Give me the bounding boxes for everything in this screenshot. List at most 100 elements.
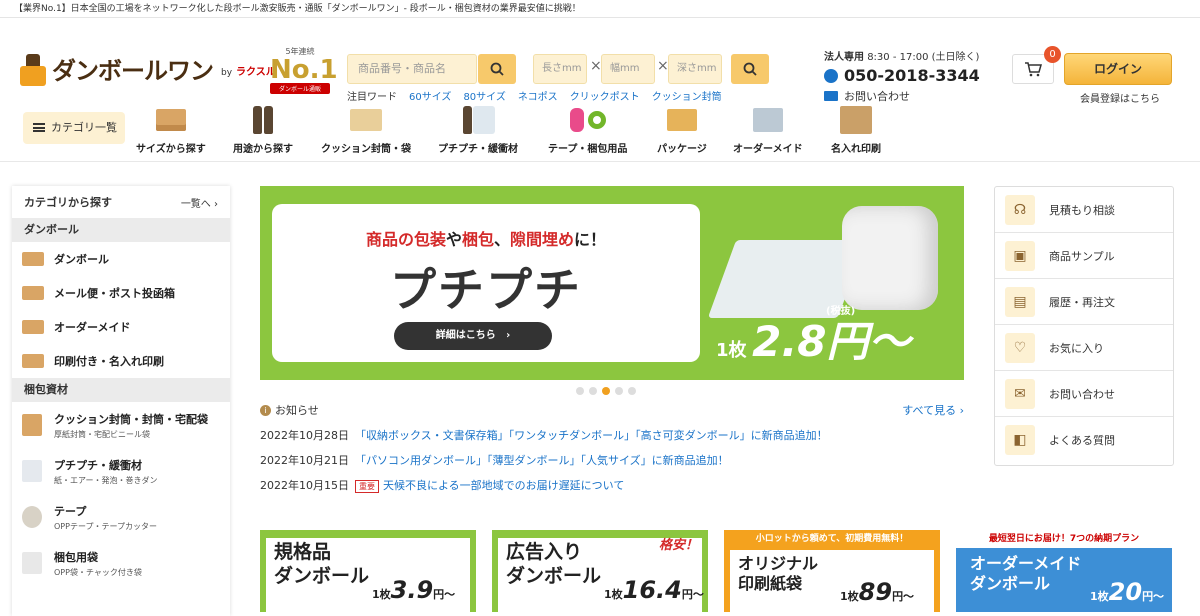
quick-link-label: 見積もり相談 — [1049, 203, 1115, 217]
sidebar-item-sub: OPP袋・チャック付き袋 — [54, 567, 142, 577]
nav-item-printing[interactable]: 名入れ印刷 — [831, 104, 881, 155]
archive-icon: ▤ — [1005, 286, 1035, 317]
times-sign: × — [590, 58, 602, 74]
carousel-dot[interactable] — [628, 387, 636, 395]
cart-icon — [1025, 62, 1042, 77]
quick-link-estimate[interactable]: ☊ 見積もり相談 — [995, 187, 1173, 233]
news-more-link[interactable]: すべて見る › — [902, 402, 964, 418]
nav-item-custom[interactable]: オーダーメイド — [733, 104, 803, 155]
nav-item-label: パッケージ — [657, 144, 707, 155]
carousel-dot[interactable] — [615, 387, 623, 395]
promo-strip: 最短翌日にお届け！7つの納期プラン — [956, 530, 1172, 548]
quick-link-faq[interactable]: ◧ よくある質問 — [995, 417, 1173, 463]
sidebar-item-sub: 紙・エアー・発泡・巻きダン — [54, 475, 158, 485]
tape-icon — [568, 104, 608, 136]
sidebar-all-link[interactable]: 一覧へ › — [181, 195, 218, 210]
carousel-dot[interactable] — [602, 387, 610, 395]
info-icon: i — [260, 404, 271, 416]
sidebar-item[interactable]: オーダーメイド — [12, 310, 230, 344]
news-link[interactable]: 「収納ボックス・文書保存箱」「ワンタッチダンボール」「高さ可変ダンボール」に新商… — [355, 429, 828, 442]
quick-link-label: お気に入り — [1049, 341, 1104, 355]
sidebar-item[interactable]: メール便・ポスト投函箱 — [12, 276, 230, 310]
site-logo[interactable]: ダンボールワン by ラクスル — [18, 54, 276, 86]
promo-banner-paper-bag[interactable]: 小ロットから頼めて、初期費用無料！ オリジナル 印刷紙袋 1枚89円〜 — [724, 530, 940, 612]
sidebar-section-packing: 梱包資材 — [12, 378, 230, 402]
news-link[interactable]: 「パソコン用ダンボール」「薄型ダンボール」「人気サイズ」に新商品追加！ — [355, 454, 729, 467]
custom-box-icon — [22, 320, 44, 334]
size-search-button[interactable] — [731, 54, 769, 84]
promo-title: オーダーメイド ダンボール — [970, 554, 1082, 593]
product-search-input[interactable]: 商品番号・商品名 — [347, 54, 477, 84]
sidebar-item[interactable]: ダンボール — [12, 242, 230, 276]
hero-details-button[interactable]: 詳細はこちら › — [394, 322, 552, 350]
promo-price-value: 89 — [858, 578, 893, 606]
phone-number[interactable]: 050-2018-3344 — [824, 66, 1004, 85]
depth-input[interactable]: 深さmm — [668, 54, 722, 84]
sidebar-item-label: ダンボール — [54, 253, 109, 266]
category-list-button[interactable]: カテゴリ一覧 — [23, 112, 125, 144]
quick-link-history[interactable]: ▤ 履歴・再注文 — [995, 279, 1173, 325]
news-date: 2022年10月21日 — [260, 454, 349, 467]
sidebar-item[interactable]: クッション封筒・封筒・宅配袋 厚紙封筒・宅配ビニール袋 — [12, 402, 230, 448]
nav-item-cushion[interactable]: クッション封筒・袋 — [321, 104, 411, 155]
package-icon — [662, 104, 702, 136]
sidebar-item[interactable]: プチプチ・緩衝材 紙・エアー・発泡・巻きダン — [12, 448, 230, 494]
book-icon: ◧ — [1005, 425, 1035, 455]
mail-box-icon — [22, 286, 44, 300]
hero-title-part: に！ — [574, 230, 607, 249]
logo-box-icon — [22, 354, 44, 368]
envelope-icon — [346, 104, 386, 136]
sidebar-item-label: オーダーメイド — [54, 321, 131, 334]
carousel-dot[interactable] — [589, 387, 597, 395]
headset-icon: ☊ — [1005, 194, 1035, 225]
hero-title-part: 梱包 — [461, 230, 494, 249]
award-badge: 5年連続 No.1 ダンボール通販 — [270, 46, 338, 96]
hours-text: 8:30 - 17:00 (土日除く) — [867, 52, 980, 63]
length-input[interactable]: 長さmm — [533, 54, 587, 84]
hero-title-part: や — [445, 230, 462, 249]
hero-title-part: 隙間埋め — [510, 230, 575, 249]
bag-icon — [22, 552, 42, 574]
nav-item-bubble[interactable]: プチプチ・緩衝材 — [438, 104, 518, 155]
envelope-icon — [22, 414, 42, 436]
news-more-label: すべて見る — [902, 404, 957, 417]
news-item: 2022年10月21日 「パソコン用ダンボール」「薄型ダンボール」「人気サイズ」に… — [260, 452, 964, 468]
nav-item-usage[interactable]: 用途から探す — [233, 104, 293, 155]
login-button[interactable]: ログイン — [1064, 53, 1172, 85]
logo-mascot-icon — [18, 54, 48, 86]
promo-price-prefix: 1枚 — [372, 588, 391, 601]
site-header: ダンボールワン by ラクスル 5年連続 No.1 ダンボール通販 商品番号・商… — [0, 18, 1200, 105]
nav-item-package[interactable]: パッケージ — [657, 104, 707, 155]
promo-price-prefix: 1枚 — [604, 588, 623, 601]
sidebar-item-sub: 厚紙封筒・宅配ビニール袋 — [54, 429, 150, 439]
news-date: 2022年10月28日 — [260, 429, 349, 442]
nav-item-label: サイズから探す — [136, 144, 206, 155]
hero-card: 商品の包装や梱包、隙間埋めに！ プチプチ 詳細はこちら › — [272, 204, 700, 362]
nav-item-tape[interactable]: テープ・梱包用品 — [548, 104, 627, 155]
sidebar-item[interactable]: 印刷付き・名入れ印刷 — [12, 344, 230, 378]
sidebar-item[interactable]: 梱包用袋 OPP袋・チャック付き袋 — [12, 540, 230, 586]
promo-price-value: 16.4 — [622, 576, 682, 604]
news-link[interactable]: 天候不良による一部地域でのお届け遅延について — [383, 479, 624, 492]
nav-item-label: クッション封筒・袋 — [321, 144, 411, 155]
logo-text: ダンボールワン — [52, 57, 214, 85]
sidebar-item-label: 梱包用袋 — [54, 550, 98, 564]
hero-product-name: プチプチ — [390, 263, 582, 317]
width-input[interactable]: 幅mm — [601, 54, 655, 84]
hero-banner[interactable]: 商品の包装や梱包、隙間埋めに！ プチプチ 詳細はこちら › 1枚 2.8円〜 (税… — [260, 186, 964, 380]
promo-banner-standard-box[interactable]: 規格品 ダンボール 1枚3.9円〜 — [260, 530, 476, 612]
nav-item-label: テープ・梱包用品 — [548, 144, 628, 155]
nav-item-size[interactable]: サイズから探す — [136, 104, 206, 155]
quick-link-favorites[interactable]: ♡ お気に入り — [995, 325, 1173, 371]
product-search-button[interactable] — [478, 54, 516, 84]
promo-title: オリジナル 印刷紙袋 — [738, 554, 819, 593]
promo-banner-custom-box[interactable]: 最短翌日にお届け！7つの納期プラン オーダーメイド ダンボール 1枚20円〜 — [956, 530, 1172, 612]
carousel-dot[interactable] — [576, 387, 584, 395]
promo-price-value: 3.9 — [390, 576, 434, 604]
quick-link-sample[interactable]: ▣ 商品サンプル — [995, 233, 1173, 279]
sidebar-item[interactable]: テープ OPPテープ・テープカッター — [12, 494, 230, 540]
promo-banner-ad-box[interactable]: 格安！ 広告入り ダンボール 1枚16.4円〜 — [492, 530, 708, 612]
quick-link-inquiry[interactable]: ✉ お問い合わせ — [995, 371, 1173, 417]
nav-item-label: プチプチ・緩衝材 — [438, 144, 518, 155]
bubble-wrap-icon — [458, 104, 498, 136]
